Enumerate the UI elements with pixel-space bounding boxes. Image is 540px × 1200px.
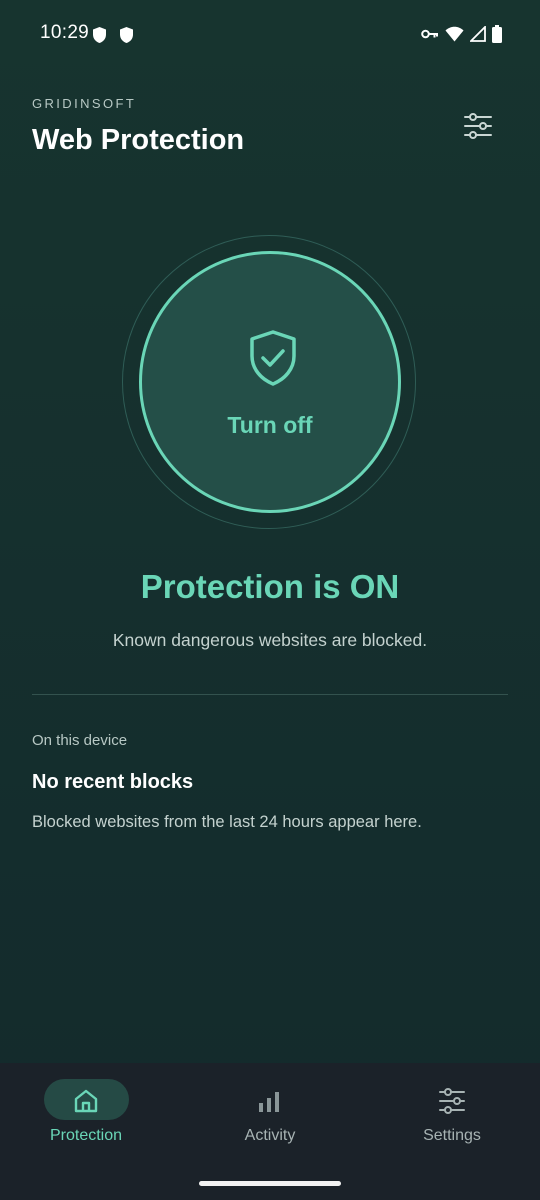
nav-item-protection[interactable]: Protection [0, 1063, 180, 1173]
bottom-navigation: Protection Activity Settings [0, 1063, 540, 1200]
home-indicator[interactable] [199, 1181, 341, 1186]
filter-settings-button[interactable] [456, 106, 500, 146]
status-right-icons [421, 24, 502, 43]
nav-label-settings: Settings [423, 1127, 481, 1144]
status-left-icons [92, 26, 134, 44]
nav-label-activity: Activity [244, 1127, 296, 1144]
shield-check-icon [246, 328, 300, 388]
nav-item-activity[interactable]: Activity [180, 1063, 360, 1173]
status-time: 10:29 [40, 22, 90, 43]
brand-label: GRIDINSOFT [32, 96, 137, 111]
page-title: Web Protection [32, 124, 245, 156]
home-icon [72, 1087, 100, 1115]
protection-status-heading: Protection is ON [140, 568, 400, 605]
wifi-icon [445, 26, 464, 42]
nav-label-protection: Protection [49, 1127, 123, 1144]
shield-icon [92, 26, 107, 44]
device-section-label: On this device [32, 732, 128, 749]
battery-icon [492, 25, 502, 43]
divider [32, 694, 508, 695]
sliders-icon [438, 1087, 466, 1115]
shield-icon [119, 26, 134, 44]
nav-item-settings[interactable]: Settings [360, 1063, 540, 1173]
status-bar: 10:29 [0, 0, 540, 70]
protection-status-description: Known dangerous websites are blocked. [112, 630, 428, 650]
device-section-heading: No recent blocks [32, 771, 194, 793]
signal-icon [468, 24, 486, 42]
device-section-description: Blocked websites from the last 24 hours … [32, 813, 422, 831]
sliders-icon [464, 113, 492, 139]
bar-chart-icon [255, 1087, 283, 1115]
key-icon [421, 28, 439, 40]
turn-off-button[interactable]: Turn off [139, 251, 401, 513]
turn-off-label: Turn off [227, 412, 313, 438]
